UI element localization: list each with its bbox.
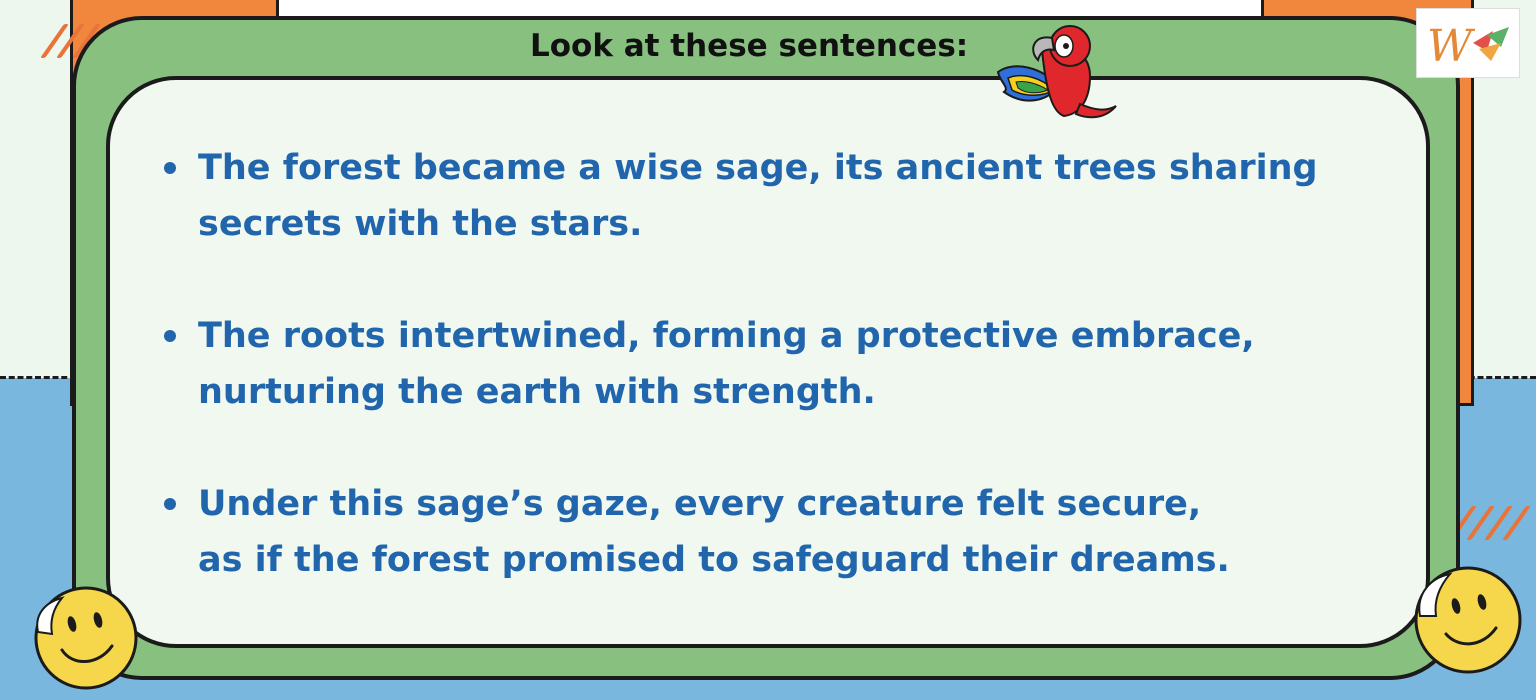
bullet-dot — [164, 498, 176, 510]
parrot-icon — [996, 25, 1117, 119]
page-title: Look at these sentences: — [530, 28, 969, 64]
sentence-list: The forest became a wise sage, its ancie… — [160, 140, 1380, 644]
list-item: The roots intertwined, forming a protect… — [160, 308, 1380, 420]
bullet-dot — [164, 162, 176, 174]
list-item: The forest became a wise sage, its ancie… — [160, 140, 1380, 252]
dashed-divider-left — [0, 376, 76, 379]
smiley-icon — [1414, 566, 1522, 674]
smiley-icon — [34, 586, 138, 690]
logo-icon: W — [1416, 8, 1520, 78]
bullet-dot — [164, 330, 176, 342]
list-item: Under this sage’s gaze, every creature f… — [160, 476, 1380, 588]
svg-text:W: W — [1427, 21, 1476, 72]
